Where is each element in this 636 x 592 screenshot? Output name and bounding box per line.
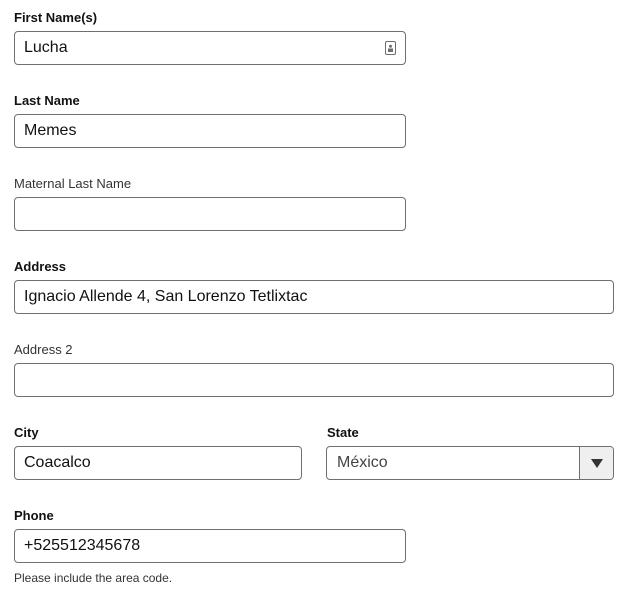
address-2-label: Address 2 (14, 342, 73, 357)
first-name-label: First Name(s) (14, 10, 98, 25)
phone-label: Phone (14, 508, 54, 523)
phone-input[interactable] (15, 530, 405, 562)
address-2-input[interactable] (15, 364, 613, 396)
address-label: Address (14, 259, 67, 274)
address-input[interactable] (15, 281, 613, 313)
state-label: State (327, 425, 359, 440)
maternal-last-name-field[interactable] (14, 197, 406, 231)
last-name-label: Last Name (14, 93, 80, 108)
last-name-input[interactable] (15, 115, 405, 147)
first-name-field[interactable] (14, 31, 406, 65)
first-name-input[interactable] (15, 32, 405, 64)
phone-field[interactable] (14, 529, 406, 563)
address-field[interactable] (14, 280, 614, 314)
address-2-field[interactable] (14, 363, 614, 397)
address-form: First Name(s) Last Name Maternal Last Na… (0, 0, 636, 592)
contact-card-icon[interactable] (385, 41, 396, 55)
last-name-field[interactable] (14, 114, 406, 148)
triangle-down-icon (591, 459, 603, 468)
state-selected-value: México (337, 454, 388, 471)
maternal-last-name-input[interactable] (15, 198, 405, 230)
phone-help-text: Please include the area code. (14, 571, 173, 585)
state-select[interactable]: México (326, 446, 614, 480)
city-field[interactable] (14, 446, 302, 480)
state-dropdown-button[interactable] (579, 447, 613, 479)
city-input[interactable] (15, 447, 301, 479)
maternal-last-name-label: Maternal Last Name (14, 176, 132, 191)
city-label: City (14, 425, 39, 440)
